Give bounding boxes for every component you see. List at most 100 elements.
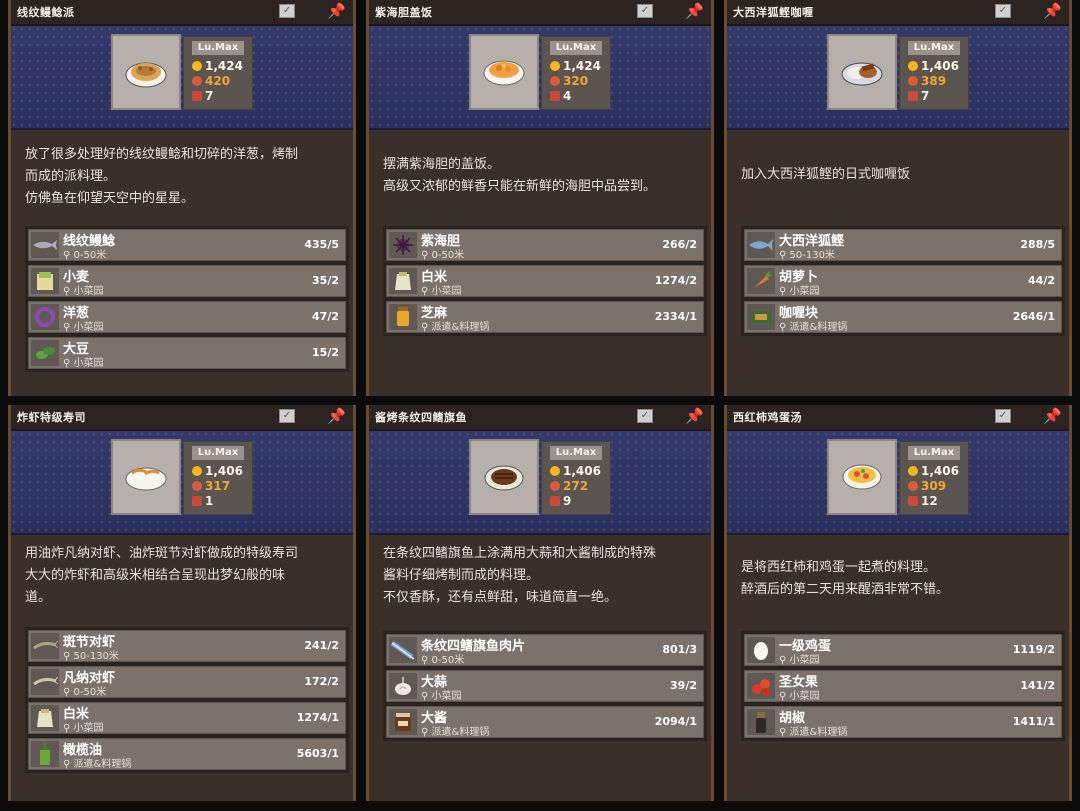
price-value: 1,406 bbox=[205, 464, 243, 478]
bowl-icon bbox=[908, 496, 918, 506]
ingredient-row[interactable]: 圣女果 ⚲ 小菜园 141/2 bbox=[744, 670, 1062, 702]
collapse-checkbox[interactable]: ✓ bbox=[995, 4, 1011, 18]
pin-icon[interactable]: 📌 bbox=[685, 407, 704, 425]
card-title: 大西洋狐鲣咖喱 bbox=[733, 6, 814, 19]
price-value: 1,406 bbox=[921, 464, 959, 478]
collapse-checkbox[interactable]: ✓ bbox=[279, 409, 295, 423]
ingredient-row[interactable]: 紫海胆 ⚲ 0-50米 266/2 bbox=[386, 229, 704, 261]
sesame-jar-icon bbox=[389, 304, 417, 330]
ingredient-list: 线纹鳗鲶 ⚲ 0-50米 435/5 小麦 ⚲ 小菜园 35/2 洋葱 ⚲ 小菜… bbox=[25, 226, 349, 372]
level-badge: Lu.Max bbox=[192, 41, 244, 55]
ingredient-row[interactable]: 线纹鳗鲶 ⚲ 0-50米 435/5 bbox=[28, 229, 346, 261]
collapse-checkbox[interactable]: ✓ bbox=[995, 409, 1011, 423]
dish-description: 用油炸凡纳对虾、油炸斑节对虾做成的特级寿司 大大的炸虾和高级米相结合呈现出梦幻般… bbox=[25, 546, 299, 605]
hp-row: 317 bbox=[192, 479, 230, 493]
ingredient-location: ⚲ 小菜园 bbox=[779, 691, 820, 702]
ingredient-location-text: 小菜园 bbox=[789, 655, 820, 666]
ingredient-row[interactable]: 一级鸡蛋 ⚲ 小菜园 1119/2 bbox=[744, 634, 1062, 666]
stock-value: 7 bbox=[205, 89, 214, 103]
ingredient-row[interactable]: 咖喱块 ⚲ 派遣&料理锅 2646/1 bbox=[744, 301, 1062, 333]
dish-hero: Lu.Max 1,406 309 12 bbox=[727, 431, 1069, 535]
dish-description: 加入大西洋狐鲣的日式咖喱饭 bbox=[741, 167, 911, 182]
ingredient-row[interactable]: 凡纳对虾 ⚲ 0-50米 172/2 bbox=[28, 666, 346, 698]
ingredient-row[interactable]: 大酱 ⚲ 派遣&料理锅 2094/1 bbox=[386, 706, 704, 738]
ingredient-location-text: 50-130米 bbox=[73, 651, 119, 662]
hp-row: 420 bbox=[192, 74, 230, 88]
ingredient-row[interactable]: 条纹四鳍旗鱼肉片 ⚲ 0-50米 801/3 bbox=[386, 634, 704, 666]
price-row: 1,424 bbox=[550, 59, 601, 73]
ingredient-row[interactable]: 斑节对虾 ⚲ 50-130米 241/2 bbox=[28, 630, 346, 662]
ingredient-location-text: 0-50米 bbox=[431, 250, 465, 261]
ingredient-count: 5603/1 bbox=[296, 747, 339, 760]
ingredient-location: ⚲ 0-50米 bbox=[63, 250, 107, 261]
pin-icon[interactable]: 📌 bbox=[1043, 407, 1062, 425]
card-titlebar: 线纹鳗鲶派 ✓ 📌 bbox=[11, 0, 353, 26]
ingredient-count: 435/5 bbox=[304, 238, 339, 251]
ingredient-count: 288/5 bbox=[1020, 238, 1055, 251]
bowl-icon bbox=[192, 496, 202, 506]
ingredient-location: ⚲ 50-130米 bbox=[63, 651, 119, 662]
flame-icon bbox=[192, 76, 202, 86]
ingredient-location-text: 派遣&料理锅 bbox=[789, 322, 848, 333]
pin-icon[interactable]: 📌 bbox=[1043, 2, 1062, 20]
ingredient-row[interactable]: 小麦 ⚲ 小菜园 35/2 bbox=[28, 265, 346, 297]
ingredient-list: 条纹四鳍旗鱼肉片 ⚲ 0-50米 801/3 大蒜 ⚲ 小菜园 39/2 大酱 … bbox=[383, 631, 707, 741]
ingredient-list: 紫海胆 ⚲ 0-50米 266/2 白米 ⚲ 小菜园 1274/2 芝麻 ⚲ 派… bbox=[383, 226, 707, 336]
ingredient-row[interactable]: 芝麻 ⚲ 派遣&料理锅 2334/1 bbox=[386, 301, 704, 333]
flame-icon bbox=[550, 481, 560, 491]
ingredient-row[interactable]: 胡萝卜 ⚲ 小菜园 44/2 bbox=[744, 265, 1062, 297]
coin-icon bbox=[192, 61, 202, 71]
hp-row: 320 bbox=[550, 74, 588, 88]
ingredient-row[interactable]: 橄榄油 ⚲ 派遣&料理锅 5603/1 bbox=[28, 738, 346, 770]
pin-icon[interactable]: 📌 bbox=[685, 2, 704, 20]
ingredient-list: 一级鸡蛋 ⚲ 小菜园 1119/2 圣女果 ⚲ 小菜园 141/2 胡椒 ⚲ 派… bbox=[741, 631, 1065, 741]
dish-stats: Lu.Max 1,424 320 4 bbox=[541, 36, 611, 110]
ingredient-count: 172/2 bbox=[304, 675, 339, 688]
collapse-checkbox[interactable]: ✓ bbox=[637, 409, 653, 423]
egg-icon bbox=[747, 637, 775, 663]
ingredient-row[interactable]: 大豆 ⚲ 小菜园 15/2 bbox=[28, 337, 346, 369]
stock-row: 7 bbox=[192, 89, 213, 103]
sea-urchin-icon bbox=[389, 232, 417, 258]
card-titlebar: 西红柿鸡蛋汤 ✓ 📌 bbox=[727, 405, 1069, 431]
card-title: 线纹鳗鲶派 bbox=[17, 6, 75, 19]
stock-row: 12 bbox=[908, 494, 938, 508]
dish-image bbox=[827, 34, 897, 110]
flame-icon bbox=[908, 76, 918, 86]
ingredient-location-text: 50-130米 bbox=[789, 250, 835, 261]
wheat-icon bbox=[31, 268, 59, 294]
flame-icon bbox=[550, 76, 560, 86]
ingredient-row[interactable]: 洋葱 ⚲ 小菜园 47/2 bbox=[28, 301, 346, 333]
ingredient-count: 35/2 bbox=[312, 274, 339, 287]
dish-stats: Lu.Max 1,406 309 12 bbox=[899, 441, 969, 515]
coin-icon bbox=[908, 61, 918, 71]
ingredient-row[interactable]: 胡椒 ⚲ 派遣&料理锅 1411/1 bbox=[744, 706, 1062, 738]
soup-bowl-icon bbox=[842, 464, 882, 490]
ingredient-row[interactable]: 白米 ⚲ 小菜园 1274/2 bbox=[386, 265, 704, 297]
collapse-checkbox[interactable]: ✓ bbox=[637, 4, 653, 18]
ingredient-list: 大西洋狐鲣 ⚲ 50-130米 288/5 胡萝卜 ⚲ 小菜园 44/2 咖喱块… bbox=[741, 226, 1065, 336]
price-value: 1,406 bbox=[563, 464, 601, 478]
rice-sack-icon bbox=[389, 268, 417, 294]
card-titlebar: 炸虾特级寿司 ✓ 📌 bbox=[11, 405, 353, 431]
hp-row: 309 bbox=[908, 479, 946, 493]
pin-icon[interactable]: 📌 bbox=[327, 2, 346, 20]
ingredient-count: 44/2 bbox=[1028, 274, 1055, 287]
pin-icon[interactable]: 📌 bbox=[327, 407, 346, 425]
recipe-card: 紫海胆盖饭 ✓ 📌 Lu.Max 1,424 320 4 摆满紫海胆的盖饭。 高… bbox=[366, 0, 714, 396]
collapse-checkbox[interactable]: ✓ bbox=[279, 4, 295, 18]
coin-icon bbox=[192, 466, 202, 476]
dish-hero: Lu.Max 1,424 420 7 bbox=[11, 26, 353, 130]
curry-block-icon bbox=[747, 304, 775, 330]
dish-image bbox=[827, 439, 897, 515]
recipe-card: 大西洋狐鲣咖喱 ✓ 📌 Lu.Max 1,406 389 7 加入大西洋狐鲣的日… bbox=[724, 0, 1072, 396]
ingredient-location: ⚲ 小菜园 bbox=[779, 655, 820, 666]
ingredient-row[interactable]: 大西洋狐鲣 ⚲ 50-130米 288/5 bbox=[744, 229, 1062, 261]
curry-plate-icon bbox=[841, 62, 883, 86]
ingredient-row[interactable]: 白米 ⚲ 小菜园 1274/1 bbox=[28, 702, 346, 734]
hp-value: 317 bbox=[205, 479, 231, 493]
ingredient-location: ⚲ 50-130米 bbox=[779, 250, 835, 261]
level-badge: Lu.Max bbox=[550, 446, 602, 460]
ingredient-location: ⚲ 0-50米 bbox=[421, 250, 465, 261]
ingredient-row[interactable]: 大蒜 ⚲ 小菜园 39/2 bbox=[386, 670, 704, 702]
